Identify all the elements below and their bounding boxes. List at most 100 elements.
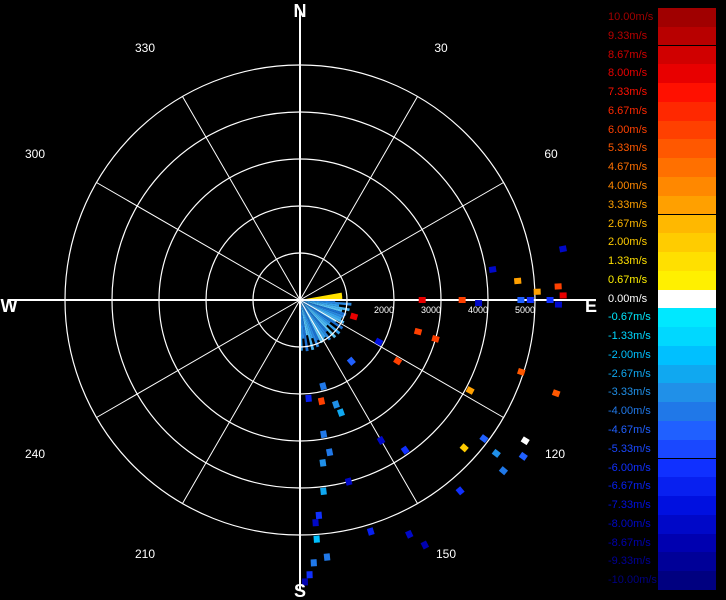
velocity-return-point: [554, 283, 562, 290]
velocity-return-point: [344, 477, 353, 486]
colorbar-swatch: [658, 552, 716, 572]
colorbar-entry: 1.33m/s: [606, 252, 716, 271]
velocity-return-point: [376, 435, 386, 445]
colorbar-entry: 6.00m/s: [606, 120, 716, 140]
colorbar-label: -0.67m/s: [608, 311, 651, 324]
colorbar-swatch: [658, 64, 716, 83]
colorbar-label: -5.33m/s: [608, 442, 651, 455]
colorbar-swatch: [658, 533, 716, 553]
velocity-return-point: [420, 540, 430, 550]
colorbar-swatch: [658, 477, 716, 497]
range-label-4000: 4000: [468, 305, 488, 315]
colorbar-label: 4.67m/s: [608, 161, 648, 174]
velocity-return-point: [310, 559, 317, 567]
velocity-return-point: [366, 527, 375, 536]
colorbar-swatch: [658, 571, 716, 590]
velocity-return-point: [346, 356, 356, 366]
colorbar-swatch: [658, 458, 716, 478]
velocity-return-point: [554, 301, 563, 308]
bearing-label-150: 150: [436, 547, 456, 561]
colorbar-swatch: [658, 26, 716, 46]
colorbar-label: 7.33m/s: [608, 86, 648, 99]
colorbar-swatch: [658, 195, 716, 215]
velocity-return-point: [319, 382, 327, 391]
velocity-return-point: [455, 486, 465, 496]
velocity-return-point: [336, 408, 346, 417]
colorbar-entry: 5.33m/s: [606, 139, 716, 159]
velocity-return-point: [349, 312, 359, 321]
bearing-label-30: 30: [434, 41, 448, 55]
colorbar-entry: -1.33m/s: [606, 327, 716, 346]
velocity-return-point: [317, 397, 326, 406]
colorbar-swatch: [658, 8, 716, 27]
velocity-return-point: [517, 297, 525, 303]
velocity-return-point: [313, 535, 320, 543]
colorbar-swatch: [658, 308, 716, 328]
colorbar-entry: -6.00m/s: [606, 458, 716, 478]
velocity-return-point: [413, 327, 423, 336]
colorbar-swatch: [658, 496, 716, 515]
colorbar-entry: 8.67m/s: [606, 45, 716, 65]
colorbar-label: 6.67m/s: [608, 104, 648, 117]
velocity-return-point: [491, 448, 501, 458]
colorbar-entry: 8.00m/s: [606, 64, 716, 83]
velocity-return-point: [459, 443, 469, 453]
colorbar-entry: -2.00m/s: [606, 345, 716, 365]
near-field-velocity-sector: [300, 292, 352, 352]
colorbar-entry: 9.33m/s: [606, 26, 716, 46]
colorbar-swatch: [658, 364, 716, 384]
velocity-return-point: [458, 297, 466, 303]
colorbar-label: -4.67m/s: [608, 424, 651, 437]
colorbar-swatch: [658, 289, 716, 309]
compass-south-label: S: [294, 581, 306, 600]
velocity-return-point: [498, 466, 509, 476]
colorbar-swatch: [658, 252, 716, 271]
colorbar-swatch: [658, 439, 716, 459]
colorbar-swatch: [658, 176, 716, 196]
colorbar-label: -4.00m/s: [608, 405, 651, 418]
bearing-spoke: [182, 96, 301, 301]
colorbar-entry: -6.67m/s: [606, 477, 716, 497]
polar-grid: [10, 10, 590, 590]
colorbar-swatch: [658, 45, 716, 65]
colorbar-entry: 2.00m/s: [606, 233, 716, 252]
bearing-label-240: 240: [25, 447, 45, 461]
colorbar-swatch: [658, 139, 716, 159]
velocity-colorbar: 10.00m/s 9.33m/s 8.67m/s 8.00m/s 7.33m/s 6.67…: [606, 8, 716, 590]
colorbar-label: -1.33m/s: [608, 330, 651, 343]
colorbar-label: -8.67m/s: [608, 536, 651, 549]
colorbar-entry: -10.00m/s: [606, 571, 716, 590]
colorbar-label: 10.00m/s: [608, 11, 654, 23]
bearing-label-300: 300: [25, 147, 45, 161]
colorbar-label: -3.33m/s: [608, 386, 651, 399]
colorbar-swatch: [658, 158, 716, 177]
colorbar-entry: -7.33m/s: [606, 496, 716, 515]
velocity-return-point: [320, 430, 328, 439]
velocity-return-point: [405, 529, 414, 539]
colorbar-label: 3.33m/s: [608, 198, 648, 211]
bearing-spoke: [96, 299, 301, 418]
velocity-return-point: [551, 389, 561, 398]
colorbar-swatch: [658, 270, 716, 290]
velocity-return-point: [325, 448, 334, 457]
colorbar-entry: -2.67m/s: [606, 364, 716, 384]
colorbar-swatch: [658, 421, 716, 440]
bearing-spoke: [299, 299, 418, 504]
colorbar-entry: -4.67m/s: [606, 421, 716, 440]
bearing-label-330: 330: [135, 41, 155, 55]
colorbar-entry: -5.33m/s: [606, 439, 716, 459]
colorbar-swatch: [658, 214, 716, 234]
colorbar-label: 4.00m/s: [608, 179, 648, 192]
colorbar-label: 2.67m/s: [608, 217, 648, 230]
velocity-return-point: [312, 519, 319, 527]
bearing-label-120: 120: [545, 447, 565, 461]
compass-west-label: W: [1, 296, 18, 316]
colorbar-label: 5.33m/s: [608, 142, 648, 155]
colorbar-label: 2.00m/s: [608, 236, 648, 249]
colorbar-entry: 0.00m/s: [606, 289, 716, 309]
velocity-return-point: [418, 297, 426, 303]
velocity-return-point: [488, 265, 497, 273]
colorbar-entry: 2.67m/s: [606, 214, 716, 234]
colorbar-entry: 4.00m/s: [606, 176, 716, 196]
bearing-label-210: 210: [135, 547, 155, 561]
